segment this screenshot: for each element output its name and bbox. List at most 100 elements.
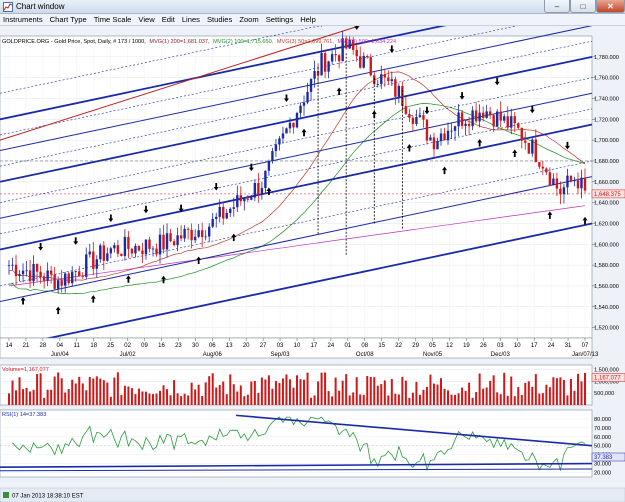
candle-body [197, 230, 200, 237]
candle-body [123, 236, 127, 256]
volume-bar [383, 380, 386, 405]
candle-body [383, 74, 387, 78]
volume-bar [148, 393, 151, 405]
candle-body [278, 138, 281, 145]
volume-bar [548, 387, 551, 405]
candle-body [446, 130, 450, 141]
volume-bar [43, 397, 46, 405]
volume-panel[interactable]: Volume=1,167,077 1,500,0001,000,000500,0… [0, 364, 625, 406]
candle-body [573, 180, 576, 182]
menu-studies[interactable]: Studies [204, 14, 236, 26]
menu-zoom[interactable]: Zoom [236, 14, 262, 26]
volume-bar [274, 380, 277, 405]
candle-body [78, 271, 81, 277]
volume-bar [566, 395, 569, 405]
volume-bar [201, 395, 204, 405]
volume-bar [425, 386, 428, 405]
candle-body [11, 264, 14, 266]
price-tick-label: 1,540.000 [594, 305, 619, 311]
volume-bar [380, 384, 383, 405]
menu-help[interactable]: Help [297, 14, 320, 26]
candle-body [401, 85, 404, 107]
candle-body [429, 137, 432, 141]
volume-bar [18, 377, 21, 405]
menu-time-scale[interactable]: Time Scale [91, 14, 136, 26]
time-axis: 14 21 28 04 11 18 25 02 09 16 23 30 06 13 20 27 03 10 17 24… [0, 337, 599, 359]
volume-bar [176, 393, 179, 405]
time-day-label: 24 [328, 343, 335, 349]
status-bar-background [0, 487, 625, 502]
legend-mvg3: MVG(3) 50=1,699.761, [277, 39, 335, 45]
menu-lines[interactable]: Lines [179, 14, 204, 26]
candle-body [42, 276, 46, 281]
volume-bar [387, 395, 390, 405]
volume-bar [222, 381, 225, 405]
time-day-label: 14 [6, 343, 13, 349]
time-day-label: 15 [378, 343, 385, 349]
menu-view[interactable]: View [135, 14, 158, 26]
candle-body [204, 236, 207, 238]
time-day-label: 06 [209, 343, 216, 349]
volume-bar [352, 392, 355, 405]
candle-body [362, 55, 365, 68]
menu-bar: Instruments Chart Type Time Scale View E… [0, 14, 625, 26]
chart-area[interactable]: 1,780.000 1,760.000 1,740.000 1,720.000 1,70… [0, 26, 625, 502]
volume-bar [81, 383, 84, 405]
volume-bar [166, 389, 169, 405]
maximize-button[interactable]: □ [570, 0, 596, 13]
menu-chart-type[interactable]: Chart Type [47, 14, 91, 26]
rsi-panel[interactable]: RSI(1) 14=37.383 80.000 70.000 60.000 50.00… [0, 409, 625, 478]
minimize-button[interactable]: – [544, 0, 570, 13]
volume-bar [401, 376, 404, 405]
volume-bar [355, 377, 358, 405]
candle-body [517, 123, 520, 128]
time-day-label: 27 [260, 343, 267, 349]
candle-body [369, 57, 372, 76]
volume-bar [576, 373, 579, 405]
candle-body [548, 172, 552, 186]
volume-bar [92, 378, 95, 405]
menu-edit[interactable]: Edit [159, 14, 179, 26]
time-day-label: 05 [429, 343, 436, 349]
time-day-label: 17 [531, 343, 538, 349]
time-day-label: 22 [395, 343, 402, 349]
candle-body [334, 54, 337, 56]
price-tick-label: 1,580.000 [594, 263, 619, 269]
candle-body [39, 271, 42, 277]
volume-bar [123, 385, 126, 405]
volume-bar [320, 372, 323, 405]
candle-body [67, 273, 70, 284]
candle-body [450, 130, 453, 132]
volume-bar [102, 380, 105, 405]
menu-instruments[interactable]: Instruments [0, 14, 47, 26]
candle-body [85, 254, 88, 277]
volume-bar [36, 374, 39, 405]
time-day-label: 01 [344, 343, 351, 349]
volume-bar [506, 395, 509, 405]
volume-bar [95, 376, 98, 405]
price-panel[interactable]: 1,780.000 1,760.000 1,740.000 1,720.000 1,70… [0, 26, 625, 350]
volume-bar [197, 384, 200, 405]
close-button[interactable]: ✕ [596, 0, 625, 13]
volume-bar [334, 377, 337, 405]
candle-body [495, 111, 499, 127]
candle-body [49, 270, 53, 275]
candle-body [225, 213, 228, 219]
time-month-label: Nov/05 [423, 352, 443, 358]
volume-bar [513, 396, 516, 405]
candle-body [102, 245, 106, 261]
volume-bar [471, 397, 474, 405]
time-day-label: 04 [56, 343, 63, 349]
candle-body [460, 112, 464, 126]
volume-bar [11, 380, 14, 405]
volume-bar [338, 390, 341, 405]
candle-body [355, 49, 358, 57]
chart-legend: GOLDPRICE.ORG - Gold Price, Spot, Daily,… [2, 39, 396, 45]
candle-body [467, 123, 471, 127]
candle-body [106, 253, 109, 261]
time-day-label: 16 [158, 343, 165, 349]
time-day-label: 02 [124, 343, 131, 349]
menu-settings[interactable]: Settings [263, 14, 297, 26]
volume-bar [183, 393, 186, 405]
volume-bar [510, 376, 513, 405]
